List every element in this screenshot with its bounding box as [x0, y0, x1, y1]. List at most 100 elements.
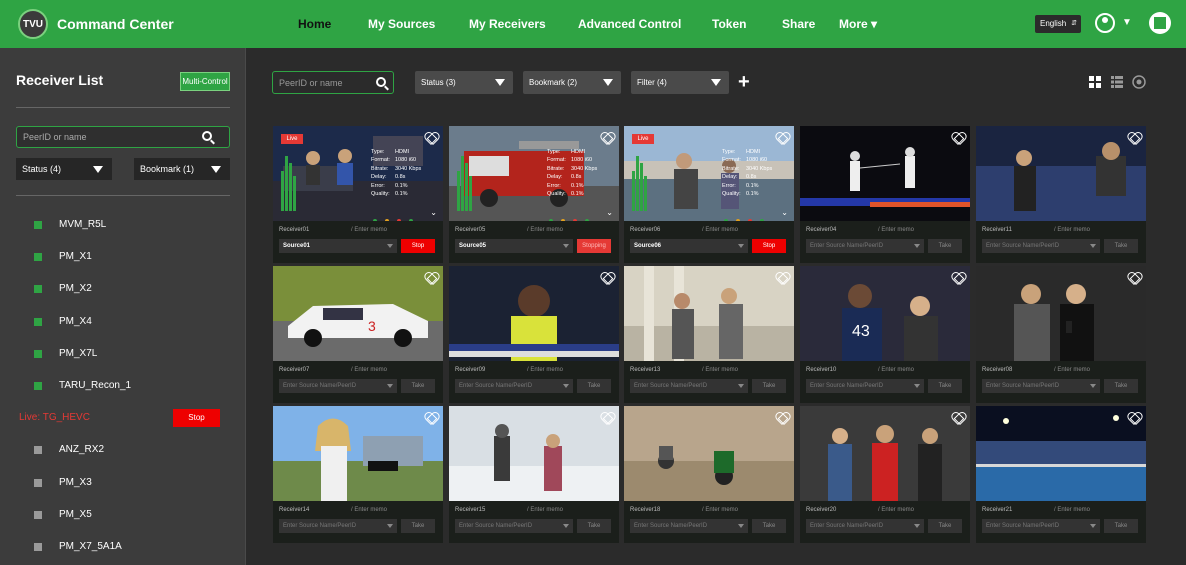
video-thumbnail[interactable]: [800, 406, 970, 501]
receiver-card[interactable]: Receiver13 / Enter memo Enter Source Name/…: [624, 266, 794, 403]
receiver-card[interactable]: Type: HDMI Format: 1080 i60 Bitrate: 3040 Kbp…: [449, 126, 619, 263]
memo-input[interactable]: / Enter memo: [351, 507, 387, 513]
receiver-card[interactable]: Receiver20 / Enter memo Enter Source Name/…: [800, 406, 970, 543]
status-filter-dropdown[interactable]: Status (4): [16, 158, 112, 180]
memo-input[interactable]: / Enter memo: [527, 367, 563, 373]
source-select[interactable]: Enter Source Name/PeerID: [630, 379, 748, 393]
source-select[interactable]: Source06: [630, 239, 748, 253]
source-select[interactable]: Enter Source Name/PeerID: [279, 379, 397, 393]
heart-icon[interactable]: [1128, 413, 1140, 424]
receiver-card[interactable]: 3 Receiver07 / Enter memo Enter Source Name…: [273, 266, 443, 403]
receiver-card[interactable]: Receiver18 / Enter memo Enter Source Name/…: [624, 406, 794, 543]
receiver-search-input[interactable]: [23, 130, 193, 144]
nav-home[interactable]: Home: [298, 17, 331, 31]
video-thumbnail[interactable]: 3: [273, 266, 443, 361]
expand-chevron-icon[interactable]: ⌄: [606, 208, 613, 217]
source-select[interactable]: Enter Source Name/PeerID: [806, 239, 924, 253]
stop-button[interactable]: Stop: [401, 239, 435, 253]
video-thumbnail[interactable]: Live Type: HDMI Format: 1080 i60 Bitrate: 3040…: [273, 126, 443, 221]
nav-share[interactable]: Share: [782, 17, 815, 31]
source-select[interactable]: Source05: [455, 239, 573, 253]
take-button[interactable]: Take: [928, 379, 962, 393]
receiver-stop-button[interactable]: Stop: [173, 409, 220, 428]
receiver-card[interactable]: Receiver15 / Enter memo Enter Source Name/…: [449, 406, 619, 543]
nav-my-receivers[interactable]: My Receivers: [469, 17, 546, 31]
take-button[interactable]: Take: [928, 519, 962, 533]
take-button[interactable]: Take: [577, 379, 611, 393]
list-view-icon[interactable]: [1111, 76, 1123, 88]
memo-input[interactable]: / Enter memo: [527, 507, 563, 513]
video-thumbnail[interactable]: [449, 266, 619, 361]
memo-input[interactable]: / Enter memo: [1054, 507, 1090, 513]
main-search-box[interactable]: [272, 71, 394, 94]
source-select[interactable]: Enter Source Name/PeerID: [806, 379, 924, 393]
receiver-search-box[interactable]: [16, 126, 230, 148]
multi-control-button[interactable]: Multi-Control: [180, 72, 230, 91]
expand-chevron-icon[interactable]: ⌄: [430, 208, 437, 217]
language-select[interactable]: English ⇵: [1035, 15, 1081, 33]
heart-icon[interactable]: [601, 273, 613, 284]
receiver-card[interactable]: Receiver04 / Enter memo Enter Source Name/…: [800, 126, 970, 263]
video-thumbnail[interactable]: [800, 126, 970, 221]
add-icon[interactable]: +: [738, 71, 750, 93]
heart-icon[interactable]: [601, 413, 613, 424]
heart-icon[interactable]: [425, 133, 437, 144]
filter-dropdown[interactable]: Filter (4): [631, 71, 729, 94]
source-select[interactable]: Enter Source Name/PeerID: [982, 239, 1100, 253]
video-thumbnail[interactable]: Type: HDMI Format: 1080 i60 Bitrate: 3040 Kbp…: [449, 126, 619, 221]
heart-icon[interactable]: [952, 133, 964, 144]
bookmark-dropdown[interactable]: Bookmark (2): [523, 71, 621, 94]
memo-input[interactable]: / Enter memo: [878, 367, 914, 373]
heart-icon[interactable]: [952, 273, 964, 284]
heart-icon[interactable]: [425, 273, 437, 284]
map-pin-icon[interactable]: [1132, 75, 1146, 89]
video-thumbnail[interactable]: [273, 406, 443, 501]
user-menu-caret-icon[interactable]: ▼: [1122, 17, 1132, 28]
take-button[interactable]: Take: [401, 519, 435, 533]
nav-token[interactable]: Token: [712, 17, 746, 31]
stop-button[interactable]: Stop: [752, 239, 786, 253]
take-button[interactable]: Take: [401, 379, 435, 393]
receiver-card[interactable]: Live Type: HDMI Format: 1080 i60 Bitrate: 3040…: [624, 126, 794, 263]
memo-input[interactable]: / Enter memo: [351, 227, 387, 233]
search-icon[interactable]: [202, 131, 212, 141]
source-select[interactable]: Source01: [279, 239, 397, 253]
heart-icon[interactable]: [776, 133, 788, 144]
receiver-card[interactable]: Receiver11 / Enter memo Enter Source Name/…: [976, 126, 1146, 263]
memo-input[interactable]: / Enter memo: [702, 507, 738, 513]
memo-input[interactable]: / Enter memo: [1054, 227, 1090, 233]
user-avatar-icon[interactable]: [1095, 13, 1115, 33]
heart-icon[interactable]: [952, 413, 964, 424]
source-select[interactable]: Enter Source Name/PeerID: [455, 519, 573, 533]
take-button[interactable]: Take: [928, 239, 962, 253]
expand-chevron-icon[interactable]: ⌄: [781, 208, 788, 217]
status-dropdown[interactable]: Status (3): [415, 71, 513, 94]
tvu-logo[interactable]: TVU: [18, 9, 48, 39]
stopping-button[interactable]: Stopping: [577, 239, 611, 253]
memo-input[interactable]: / Enter memo: [1054, 367, 1090, 373]
memo-input[interactable]: / Enter memo: [527, 227, 563, 233]
receiver-card[interactable]: Receiver08 / Enter memo Enter Source Name/…: [976, 266, 1146, 403]
receiver-card[interactable]: Receiver21 / Enter memo Enter Source Name/…: [976, 406, 1146, 543]
bookmark-filter-dropdown[interactable]: Bookmark (1): [134, 158, 230, 180]
memo-input[interactable]: / Enter memo: [878, 227, 914, 233]
memo-input[interactable]: / Enter memo: [878, 507, 914, 513]
memo-input[interactable]: / Enter memo: [702, 367, 738, 373]
take-button[interactable]: Take: [1104, 519, 1138, 533]
video-thumbnail[interactable]: [976, 406, 1146, 501]
receiver-card[interactable]: Receiver14 / Enter memo Enter Source Name/…: [273, 406, 443, 543]
main-search-input[interactable]: [279, 76, 369, 90]
nav-more[interactable]: More ▾: [839, 17, 877, 31]
video-thumbnail[interactable]: 43: [800, 266, 970, 361]
apps-icon[interactable]: [1149, 12, 1171, 34]
source-select[interactable]: Enter Source Name/PeerID: [806, 519, 924, 533]
nav-my-sources[interactable]: My Sources: [368, 17, 435, 31]
memo-input[interactable]: / Enter memo: [702, 227, 738, 233]
heart-icon[interactable]: [776, 273, 788, 284]
video-thumbnail[interactable]: [976, 126, 1146, 221]
video-thumbnail[interactable]: [624, 266, 794, 361]
source-select[interactable]: Enter Source Name/PeerID: [455, 379, 573, 393]
video-thumbnail[interactable]: [624, 406, 794, 501]
video-thumbnail[interactable]: Live Type: HDMI Format: 1080 i60 Bitrate: 3040…: [624, 126, 794, 221]
source-select[interactable]: Enter Source Name/PeerID: [982, 519, 1100, 533]
